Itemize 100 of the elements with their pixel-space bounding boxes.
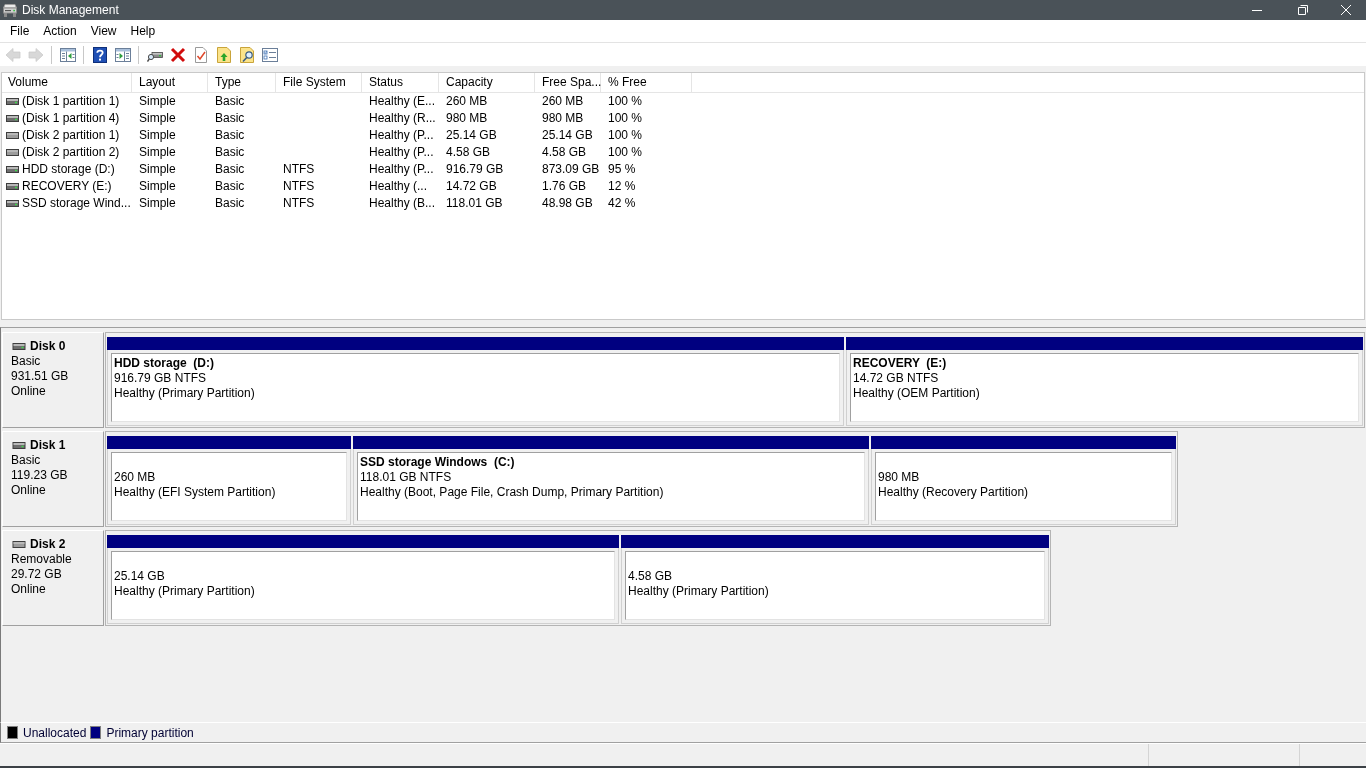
window-title: Disk Management [22, 3, 120, 17]
close-icon [1341, 5, 1351, 15]
partition-size: 980 MB [878, 470, 921, 485]
table-cell-text: 980 MB [541, 110, 585, 127]
disk-size: 29.72 GB [11, 567, 63, 582]
table-cell-text: 260 MB [541, 93, 585, 110]
table-cell-text: NTFS [282, 161, 316, 178]
column-header[interactable]: % Free [601, 73, 692, 92]
partition-size: 25.14 GB [114, 569, 166, 584]
disk-type: Removable [11, 552, 73, 567]
partition-block[interactable]: HDD storage (D:) 916.79 GB NTFS Healthy (Primary Partition) [107, 337, 844, 426]
table-cell-text: Healthy (P... [368, 127, 435, 144]
drive-icon [11, 541, 27, 548]
partition-size: 118.01 GB NTFS [360, 470, 453, 485]
partition-block[interactable]: 25.14 GB Healthy (Primary Partition) [107, 535, 619, 624]
partition-block[interactable]: 260 MB Healthy (EFI System Partition) [107, 436, 351, 525]
table-cell-text: Basic [214, 178, 246, 195]
table-cell-text: 100 % [607, 127, 644, 144]
partition-name: RECOVERY (E:) [853, 356, 948, 371]
table-cell-text: Healthy (R... [368, 110, 437, 127]
partition-status: Healthy (Primary Partition) [628, 584, 770, 599]
table-cell-text: 4.58 GB [541, 144, 588, 161]
drive-icon [6, 166, 19, 173]
drive-icon [6, 149, 19, 156]
drive-icon [6, 200, 19, 207]
table-cell-text: 12 % [607, 178, 637, 195]
table-cell-text: 100 % [607, 93, 644, 110]
table-cell-text: 260 MB [445, 93, 489, 110]
table-cell-text: 873.09 GB [541, 161, 601, 178]
menu-item[interactable]: File [3, 21, 37, 41]
partition-size: 260 MB [114, 470, 157, 485]
table-cell-text: Healthy (... [368, 178, 429, 195]
table-cell: HDD storage (D:) [22, 161, 115, 178]
partition-block[interactable]: RECOVERY (E:) 14.72 GB NTFS Healthy (OEM Partition) [846, 337, 1363, 426]
table-cell-text: 100 % [607, 144, 644, 161]
table-cell-text: Healthy (E... [368, 93, 437, 110]
legend-label: Unallocated [23, 725, 87, 740]
drive-icon [6, 183, 19, 190]
restore-icon [1298, 5, 1308, 15]
table-cell-text: Basic [214, 127, 246, 144]
table-cell-text: Basic [214, 195, 246, 212]
partition-status: Healthy (EFI System Partition) [114, 485, 277, 500]
disk-size: 119.23 GB [11, 468, 69, 483]
table-cell: (Disk 2 partition 1) [22, 127, 120, 144]
partition-name: HDD storage (D:) [114, 356, 215, 371]
drive-icon [6, 98, 19, 105]
disk-name: Disk 2 [30, 537, 66, 552]
column-header[interactable]: Volume [2, 73, 132, 92]
table-cell-text: Healthy (P... [368, 161, 435, 178]
column-header[interactable]: Layout [132, 73, 208, 92]
table-cell-text: 1.76 GB [541, 178, 588, 195]
table-cell-text: Simple [138, 195, 177, 212]
drive-icon [3, 3, 17, 17]
table-cell: RECOVERY (E:) [22, 178, 112, 195]
table-cell-text: 980 MB [445, 110, 489, 127]
drive-icon [11, 343, 27, 350]
legend-label: Primary partition [106, 725, 194, 740]
menu-item[interactable]: Help [123, 21, 163, 41]
table-cell-text: Simple [138, 110, 177, 127]
disk-name: Disk 1 [30, 438, 66, 453]
partition-size: 916.79 GB NTFS [114, 371, 208, 386]
partition-block[interactable]: SSD storage Windows (C:) 118.01 GB NTFS Healthy (Boot, Page File, Crash Dump, Primary Partition) [353, 436, 869, 525]
partition-status: Healthy (Primary Partition) [114, 584, 256, 599]
table-cell-text: Simple [138, 93, 177, 110]
table-cell-text: Simple [138, 161, 177, 178]
disk-info-panel[interactable]: Disk 0 Basic 931.51 GB Online [2, 332, 104, 428]
partition-block[interactable]: 4.58 GB Healthy (Primary Partition) [621, 535, 1049, 624]
partition-status: Healthy (Boot, Page File, Crash Dump, Primary Partition) [360, 485, 665, 500]
table-cell: (Disk 2 partition 2) [22, 144, 120, 161]
table-cell-text: Healthy (P... [368, 144, 435, 161]
column-header[interactable]: Capacity [439, 73, 535, 92]
menu-item[interactable]: Action [36, 21, 84, 41]
disk-size: 931.51 GB [11, 369, 70, 384]
table-cell-text: 42 % [607, 195, 637, 212]
table-cell-text: 25.14 GB [541, 127, 594, 144]
table-cell-text: Basic [214, 93, 246, 110]
disk-info-panel[interactable]: Disk 1 Basic 119.23 GB Online [2, 431, 104, 527]
table-cell-text: 4.58 GB [445, 144, 492, 161]
table-cell-text: Simple [138, 144, 177, 161]
menu-item[interactable]: View [83, 21, 124, 41]
column-header[interactable]: Type [208, 73, 276, 92]
partition-status: Healthy (Recovery Partition) [878, 485, 1030, 500]
column-header[interactable]: Status [362, 73, 439, 92]
table-cell-text: Basic [214, 144, 246, 161]
table-cell-text: Simple [138, 178, 177, 195]
column-header[interactable]: Free Spa... [535, 73, 601, 92]
column-header[interactable]: File System [276, 73, 362, 92]
table-cell-text: 118.01 GB [445, 195, 504, 212]
partition-status: Healthy (OEM Partition) [853, 386, 981, 401]
partition-block[interactable]: 980 MB Healthy (Recovery Partition) [871, 436, 1176, 525]
table-cell-text: Basic [214, 110, 246, 127]
drive-icon [6, 132, 19, 139]
disk-status: Online [11, 384, 47, 399]
partition-status: Healthy (Primary Partition) [114, 386, 256, 401]
table-cell: (Disk 1 partition 4) [22, 110, 120, 127]
table-cell-text: 25.14 GB [445, 127, 498, 144]
table-cell-text: 95 % [607, 161, 637, 178]
disk-info-panel[interactable]: Disk 2 Removable 29.72 GB Online [2, 530, 104, 626]
table-cell-text: 916.79 GB [445, 161, 505, 178]
disk-status: Online [11, 582, 47, 597]
